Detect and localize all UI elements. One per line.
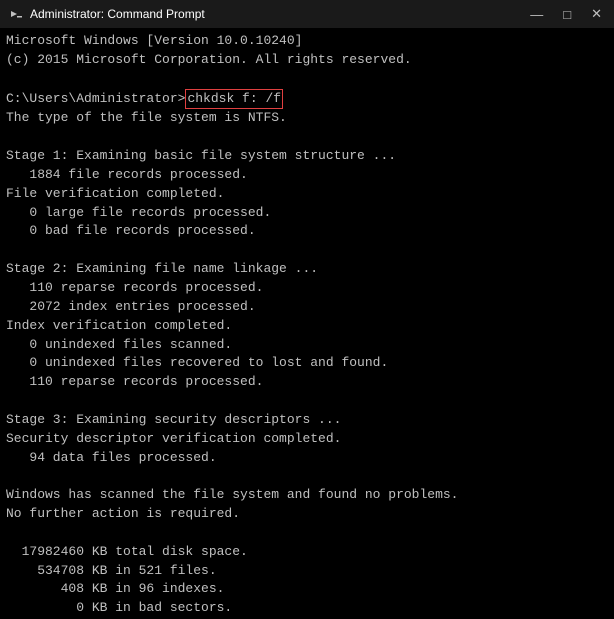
- close-button[interactable]: ✕: [587, 4, 606, 24]
- line-7: Stage 1: Examining basic file system str…: [6, 147, 608, 166]
- line-27: [6, 524, 608, 543]
- line-11: 0 bad file records processed.: [6, 222, 608, 241]
- line-26: No further action is required.: [6, 505, 608, 524]
- line-6: [6, 128, 608, 147]
- maximize-button[interactable]: □: [559, 5, 575, 24]
- command-text: chkdsk f: /f: [185, 89, 283, 110]
- line-12: [6, 241, 608, 260]
- line-8: 1884 file records processed.: [6, 166, 608, 185]
- prompt-text: C:\Users\Administrator>: [6, 90, 185, 109]
- line-28: 17982460 KB total disk space.: [6, 543, 608, 562]
- title-bar: Administrator: Command Prompt — □ ✕: [0, 0, 614, 28]
- terminal-body: Microsoft Windows [Version 10.0.10240] (…: [0, 28, 614, 619]
- line-31: 0 KB in bad sectors.: [6, 599, 608, 618]
- command-line: C:\Users\Administrator>chkdsk f: /f: [6, 89, 608, 110]
- line-23: 94 data files processed.: [6, 449, 608, 468]
- line-13: Stage 2: Examining file name linkage ...: [6, 260, 608, 279]
- line-21: Stage 3: Examining security descriptors …: [6, 411, 608, 430]
- minimize-button[interactable]: —: [526, 5, 547, 24]
- line-2: (c) 2015 Microsoft Corporation. All righ…: [6, 51, 608, 70]
- line-16: Index verification completed.: [6, 317, 608, 336]
- line-19: 110 reparse records processed.: [6, 373, 608, 392]
- line-18: 0 unindexed files recovered to lost and …: [6, 354, 608, 373]
- window-controls: — □ ✕: [526, 4, 606, 24]
- line-17: 0 unindexed files scanned.: [6, 336, 608, 355]
- line-24: [6, 467, 608, 486]
- line-10: 0 large file records processed.: [6, 204, 608, 223]
- line-14: 110 reparse records processed.: [6, 279, 608, 298]
- line-29: 534708 KB in 521 files.: [6, 562, 608, 581]
- line-30: 408 KB in 96 indexes.: [6, 580, 608, 599]
- line-15: 2072 index entries processed.: [6, 298, 608, 317]
- line-3: [6, 70, 608, 89]
- line-5: The type of the file system is NTFS.: [6, 109, 608, 128]
- line-22: Security descriptor verification complet…: [6, 430, 608, 449]
- cmd-icon: [8, 6, 24, 22]
- line-1: Microsoft Windows [Version 10.0.10240]: [6, 32, 608, 51]
- line-9: File verification completed.: [6, 185, 608, 204]
- line-25: Windows has scanned the file system and …: [6, 486, 608, 505]
- window-title: Administrator: Command Prompt: [30, 7, 205, 21]
- line-20: [6, 392, 608, 411]
